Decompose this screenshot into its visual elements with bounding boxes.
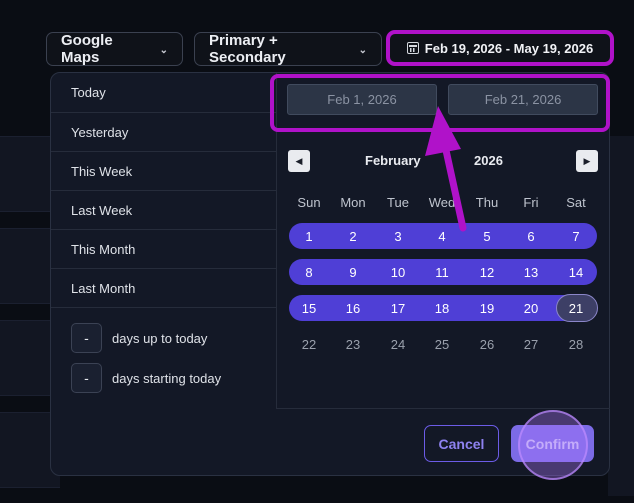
annotation-arrow-icon xyxy=(425,106,467,232)
